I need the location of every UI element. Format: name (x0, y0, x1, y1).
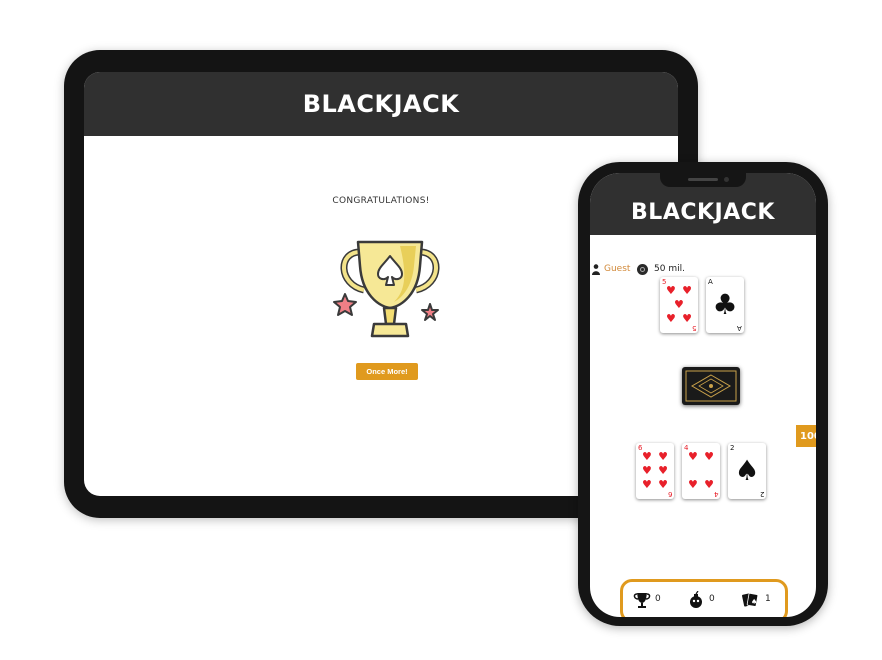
bomb-icon (690, 591, 702, 608)
card-rank: 2 (759, 490, 764, 498)
once-more-button[interactable]: Once More! (356, 363, 418, 380)
heart-pips: ♥ ♥ ♥ ♥ (688, 450, 714, 491)
heart-pips: ♥ ♥ ♥ ♥ ♥ (666, 284, 692, 325)
wins-count: 0 (655, 594, 661, 604)
star-icon (333, 293, 357, 316)
card-rank: 2 (730, 444, 735, 452)
player-card: 2 2 ♠ (728, 443, 766, 499)
app-header: BLACKJACK (84, 72, 678, 136)
app-title: BLACKJACK (631, 200, 775, 225)
dealer-card: A A ♣ (706, 277, 744, 333)
heart-pips: ♥ ♥ ♥ ♥ ♥ ♥ (642, 450, 668, 491)
camera (724, 177, 729, 182)
player-card: 4 4 ♥ ♥ ♥ ♥ (682, 443, 720, 499)
speaker (688, 178, 718, 181)
card-rank: A (708, 278, 713, 286)
trophy-illustration (330, 232, 450, 352)
spade-icon: ♠ (734, 454, 760, 487)
user-name[interactable]: Guest (604, 264, 630, 274)
dealer-card: 5 5 ♥ ♥ ♥ ♥ ♥ (660, 277, 698, 333)
phone-notch (660, 173, 746, 187)
svg-text:♠: ♠ (751, 598, 757, 606)
player-info-bar: Guest 50 mil. (590, 261, 816, 277)
trophy-icon (333, 240, 440, 338)
phone-screen: BLACKJACK Guest 50 mil. 5 5 ♥ ♥ ♥ ♥ ♥ A … (590, 173, 816, 617)
coin-balance: 50 mil. (654, 264, 685, 274)
coin-icon (637, 263, 648, 275)
bet-tab[interactable]: 100 (796, 425, 816, 447)
cards-icon: ♠ (742, 592, 759, 607)
stats-bar: 0 0 ♠ 1 (620, 579, 788, 617)
player-card: 6 6 ♥ ♥ ♥ ♥ ♥ ♥ (636, 443, 674, 499)
star-icon (421, 303, 439, 321)
losses-count: 0 (709, 594, 715, 604)
games-count: 1 (765, 594, 771, 604)
phone-device: BLACKJACK Guest 50 mil. 5 5 ♥ ♥ ♥ ♥ ♥ A … (578, 162, 828, 626)
club-icon: ♣ (712, 288, 738, 321)
user-icon (592, 263, 600, 275)
trophy-icon (633, 593, 651, 608)
card-rank: A (737, 324, 742, 332)
app-title: BLACKJACK (302, 90, 460, 118)
deck-back-icon[interactable] (682, 367, 740, 405)
